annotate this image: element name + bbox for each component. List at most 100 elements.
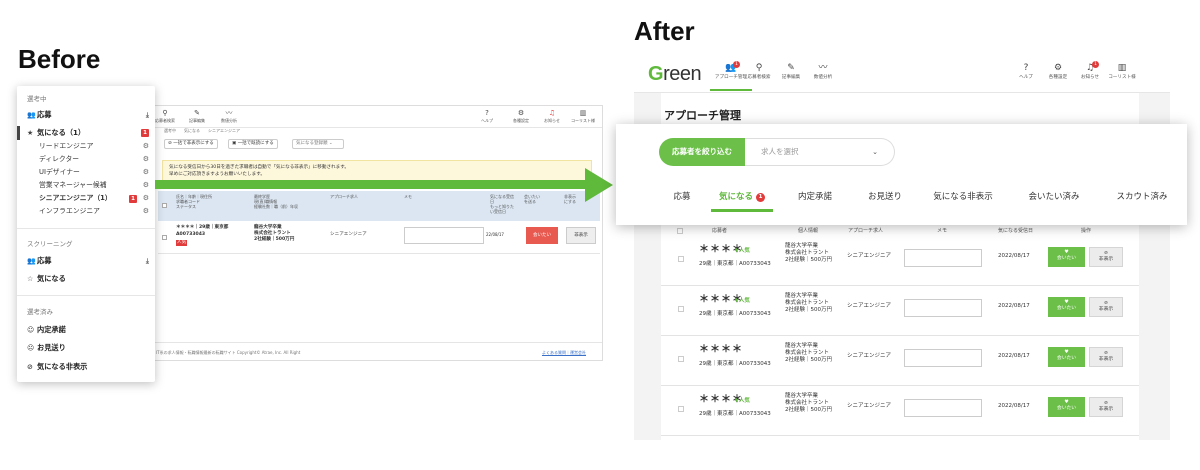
meet-button[interactable]: ♥ 会いたい xyxy=(1048,247,1085,267)
hide-button[interactable]: ⊘ 非表示 xyxy=(1089,247,1123,267)
sidebar-sub-label: ディレクター xyxy=(39,155,80,163)
before-label: Before xyxy=(18,44,101,74)
nav-edit[interactable]: ✎ 記事編集 xyxy=(180,109,214,124)
meet-button[interactable]: ♥ 会いたい xyxy=(1048,297,1085,317)
tab-label: 会いたい済み xyxy=(1028,192,1080,202)
row-checkbox[interactable] xyxy=(162,235,167,240)
nav-notifications[interactable]: ♫ お知らせ xyxy=(535,109,569,124)
building-icon: ▥ xyxy=(579,109,587,117)
sad-icon: ☹ xyxy=(27,344,35,352)
tab-apply[interactable]: 応募 xyxy=(669,190,695,212)
th-memo: メモ xyxy=(404,194,412,199)
th-memo: メモ xyxy=(937,228,948,234)
notice-line: 早めにご対応頂きますようお願いいたします。 xyxy=(169,172,265,177)
download-icon[interactable]: ⤓ xyxy=(146,255,149,267)
sidebar: 選考中 👥応募 ⤓ ★ 気になる（1） 1 リードエンジニア ⚙ ディレクター ⚙ UIデ… xyxy=(17,86,155,382)
tab-interest[interactable]: 気になる 1 xyxy=(711,190,773,212)
before-screenshot: ⚲ 応募者検索 ✎ 記事編集 〰数値分析 ? ヘルプ ⚙ 各種設定 ♫ お知らせ ▥ コーリ… xyxy=(153,105,603,361)
row-checkbox[interactable] xyxy=(678,256,684,262)
meet-button[interactable]: ♥ 会いたい xyxy=(1048,397,1085,417)
nav-label: 各種設定 xyxy=(513,118,529,123)
sidebar-item-hidden[interactable]: ⊘ 気になる非表示 xyxy=(27,361,149,373)
bulk-read-button[interactable]: ▣ 一括で既読にする xyxy=(228,139,278,149)
nav-account[interactable]: ▥ コーリスト様 xyxy=(1101,63,1143,80)
memo-field[interactable] xyxy=(904,399,982,417)
sidebar-sub-item[interactable]: UIデザイナー ⚙ xyxy=(39,167,149,178)
sidebar-item-screen-apply[interactable]: 👥応募 ⤓ xyxy=(27,255,149,267)
tab-offer[interactable]: 内定承諾 xyxy=(790,190,840,212)
sidebar-sub-item[interactable]: インフラエンジニア ⚙ xyxy=(39,206,149,217)
hide-button[interactable]: ⊘ 非表示 xyxy=(1089,297,1123,317)
sidebar-item-label: お見送り xyxy=(37,343,66,352)
gear-icon[interactable]: ⚙ xyxy=(143,193,149,204)
sidebar-sub-item[interactable]: リードエンジニア ⚙ xyxy=(39,141,149,152)
sidebar-item-interest[interactable]: ★ 気になる（1） 1 xyxy=(27,127,149,139)
memo-field[interactable] xyxy=(904,349,982,367)
sidebar-item-apply[interactable]: 👥応募 ⤓ xyxy=(27,109,149,121)
nav-label: コーリスト様 xyxy=(1108,75,1136,80)
nav-account[interactable]: ▥ コーリスト様 xyxy=(566,109,600,124)
nav-analytics[interactable]: 〰数値分析 xyxy=(802,63,844,80)
tab-decline[interactable]: お見送り xyxy=(860,190,910,212)
select-all-checkbox[interactable] xyxy=(162,203,167,208)
memo-field[interactable] xyxy=(904,249,982,267)
tab-label: 内定承諾 xyxy=(797,192,832,202)
popular-badge: ♦人気 xyxy=(734,248,750,254)
gear-icon[interactable]: ⚙ xyxy=(143,206,149,217)
nav-label: 各種設定 xyxy=(1048,75,1068,80)
gear-icon[interactable]: ⚙ xyxy=(143,180,149,191)
sidebar-item-screen-interest[interactable]: ☆ 気になる xyxy=(27,273,149,285)
row-checkbox[interactable] xyxy=(678,306,684,312)
green-logo[interactable]: Green xyxy=(648,63,702,86)
candidate-education: 龍谷大学卒業 株式会社トラント 2社経験｜500万円 xyxy=(785,293,832,313)
nav-analytics[interactable]: 〰数値分析 xyxy=(212,109,246,124)
meet-button[interactable]: 会いたい xyxy=(526,227,558,244)
sidebar-sub-label: 営業マネージャー候補 xyxy=(39,181,107,189)
meet-button[interactable]: ♥ 会いたい xyxy=(1048,347,1085,367)
sidebar-sub-label: シニアエンジニア（1） xyxy=(39,194,112,202)
star-icon: ★ xyxy=(27,129,34,137)
hide-button[interactable]: ⊘ 非表示 xyxy=(1089,397,1123,417)
received-date: 2022/08/17 xyxy=(998,253,1030,259)
sidebar-sub-item[interactable]: シニアエンジニア（1） 1 ⚙ xyxy=(39,193,149,204)
hide-button[interactable]: 非表示 xyxy=(566,227,596,244)
tab-label: お見送り xyxy=(867,192,902,202)
download-icon[interactable]: ⤓ xyxy=(146,109,149,121)
job-select[interactable]: 求人を選択 ⌄ xyxy=(745,138,895,166)
sidebar-item-label: 応募 xyxy=(37,110,52,119)
select-all-checkbox[interactable] xyxy=(677,228,683,234)
sidebar-item-offer[interactable]: ☺ 内定承諾 xyxy=(27,324,149,336)
sidebar-sub-item[interactable]: 営業マネージャー候補 ⚙ xyxy=(39,180,149,191)
sort-select[interactable]: 気になる登録順 ⌄ xyxy=(292,139,344,149)
memo-field[interactable] xyxy=(904,299,982,317)
tab-scouted[interactable]: スカウト済み xyxy=(1112,190,1172,212)
nav-label: 応募者検索 xyxy=(155,118,175,123)
notification-badge: 1 xyxy=(1092,61,1099,68)
nav-help[interactable]: ? ヘルプ xyxy=(470,109,504,124)
zoomed-tab-panel: 応募者を絞り込む 求人を選択 ⌄ 応募 気になる 1 内定承諾 お見送り 気になる非… xyxy=(616,124,1187,225)
row-checkbox[interactable] xyxy=(678,406,684,412)
bell-icon: ♫ xyxy=(548,109,556,117)
th-personal: 個人情報 xyxy=(798,228,819,234)
received-date: 2022/08/17 xyxy=(998,303,1030,309)
gear-icon[interactable]: ⚙ xyxy=(143,167,149,178)
smile-icon: ☺ xyxy=(27,326,35,334)
gear-icon[interactable]: ⚙ xyxy=(143,141,149,152)
before-topbar: ⚲ 応募者検索 ✎ 記事編集 〰数値分析 ? ヘルプ ⚙ 各種設定 ♫ お知らせ ▥ コーリ… xyxy=(154,106,602,128)
sidebar-sub-item[interactable]: ディレクター ⚙ xyxy=(39,154,149,165)
bulk-hide-button[interactable]: ⊘ 一括で非表示にする xyxy=(164,139,218,149)
tab-met[interactable]: 会いたい済み xyxy=(1024,190,1084,212)
filter-applicants-button[interactable]: 応募者を絞り込む xyxy=(659,138,745,166)
copyright: IT系の求人情報・転職情報最新の転職サイト Copyright© Atrae, … xyxy=(156,350,301,355)
hide-button[interactable]: ⊘ 非表示 xyxy=(1089,347,1123,367)
gear-icon[interactable]: ⚙ xyxy=(143,154,149,165)
nav-search[interactable]: ⚲ 応募者検索 xyxy=(154,109,182,124)
approach-job: シニアエンジニア xyxy=(847,253,892,259)
footer-links[interactable]: よくある質問｜運営会社 xyxy=(542,350,586,356)
candidate-info: 29歳｜東京都｜A00733043 xyxy=(699,411,771,417)
row-checkbox[interactable] xyxy=(678,356,684,362)
sidebar-item-decline[interactable]: ☹ お見送り xyxy=(27,342,149,354)
nav-settings[interactable]: ⚙ 各種設定 xyxy=(504,109,538,124)
tab-hidden[interactable]: 気になる非表示 xyxy=(929,190,997,212)
memo-field[interactable] xyxy=(404,227,484,244)
